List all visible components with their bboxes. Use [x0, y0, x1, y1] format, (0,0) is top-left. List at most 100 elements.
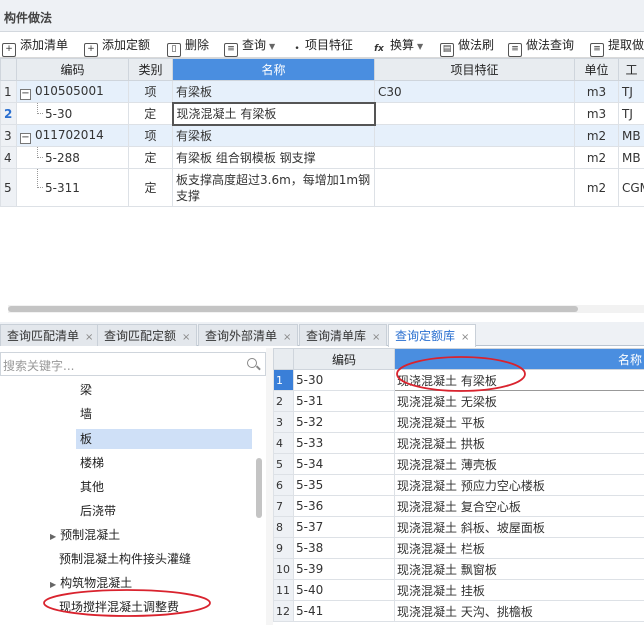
search-icon[interactable] — [247, 358, 257, 368]
quota-code[interactable]: 5-38 — [293, 537, 395, 559]
tab-match-list[interactable]: 查询匹配清单 × — [0, 324, 101, 346]
name-cell-editing[interactable]: 现浇混凝土 有梁板 — [171, 101, 376, 126]
tree-item[interactable]: 后浇带 — [80, 501, 116, 521]
table-row[interactable]: 5 5-311 定 板支撑高度超过3.6m，每增加1m钢支撑 m2 CGM — [0, 168, 644, 207]
close-icon[interactable]: × — [461, 332, 469, 343]
tab-external-list[interactable]: 查询外部清单 × — [198, 324, 299, 346]
close-icon[interactable]: × — [283, 332, 291, 343]
quota-name[interactable]: 现浇混凝土 飘窗板 — [394, 558, 644, 580]
splitter[interactable] — [266, 348, 273, 625]
header-code[interactable]: 编码 — [16, 58, 129, 81]
quota-name[interactable]: 现浇混凝土 挂板 — [394, 579, 644, 601]
row-number: 4 — [273, 432, 294, 454]
brush-icon: ▤ — [440, 43, 454, 57]
add-list-button[interactable]: + 添加清单 — [2, 36, 68, 57]
quota-name[interactable]: 现浇混凝土 平板 — [394, 411, 644, 433]
tree-item[interactable]: ▶ 构筑物混凝土 — [50, 573, 132, 593]
quota-code[interactable]: 5-40 — [293, 579, 395, 601]
quota-name[interactable]: 现浇混凝土 预应力空心楼板 — [394, 474, 644, 496]
table-row[interactable]: 2 5-30 定 现浇混凝土 有梁板 m3 TJ — [0, 101, 644, 126]
horizontal-scrollbar[interactable] — [8, 305, 644, 313]
quota-row[interactable]: 7 5-36 现浇混凝土 复合空心板 — [273, 495, 644, 517]
quota-row[interactable]: 10 5-39 现浇混凝土 飘窗板 — [273, 558, 644, 580]
tab-match-quota[interactable]: 查询匹配定额 × — [97, 324, 198, 346]
add-quota-icon: + — [84, 43, 98, 57]
quota-table: 编码 名称 1 5-30 现浇混凝土 有梁板 2 5-31 现浇混凝土 无梁板 3 5-32 现… — [273, 348, 644, 622]
tab-list-library[interactable]: 查询清单库 × — [299, 324, 388, 346]
quota-code[interactable]: 5-35 — [293, 474, 395, 496]
method-query-icon: ≡ — [508, 43, 522, 57]
quota-name[interactable]: 现浇混凝土 有梁板 — [394, 369, 644, 391]
quota-row[interactable]: 5 5-34 现浇混凝土 薄壳板 — [273, 453, 644, 475]
table-row[interactable]: 1 −010505001 项 有梁板 C30 m3 TJ — [0, 80, 644, 103]
quota-name[interactable]: 现浇混凝土 薄壳板 — [394, 453, 644, 475]
quota-code[interactable]: 5-36 — [293, 495, 395, 517]
method-query-button[interactable]: ≡ 做法查询 — [508, 36, 574, 57]
table-header: 编码 类别 名称 项目特征 单位 工 — [0, 58, 644, 81]
method-brush-button[interactable]: ▤ 做法刷 — [440, 36, 494, 57]
row-number: 3 — [273, 411, 294, 433]
quota-code[interactable]: 5-34 — [293, 453, 395, 475]
close-icon[interactable]: × — [372, 332, 380, 343]
quota-name[interactable]: 现浇混凝土 栏板 — [394, 537, 644, 559]
quota-code[interactable]: 5-41 — [293, 600, 395, 622]
tree-item[interactable]: 楼梯 — [80, 453, 104, 473]
quota-row[interactable]: 4 5-33 现浇混凝土 拱板 — [273, 432, 644, 454]
close-icon[interactable]: × — [85, 332, 93, 343]
close-icon[interactable]: × — [182, 332, 190, 343]
delete-button[interactable]: ▯ 删除 — [167, 36, 209, 57]
tree-item[interactable]: 墙 — [80, 404, 92, 424]
header-feature[interactable]: 项目特征 — [374, 58, 575, 81]
quota-name[interactable]: 现浇混凝土 无梁板 — [394, 390, 644, 412]
search-input[interactable]: 搜索关键字... — [0, 352, 266, 376]
quota-row[interactable]: 6 5-35 现浇混凝土 预应力空心楼板 — [273, 474, 644, 496]
quota-name[interactable]: 现浇混凝土 天沟、挑檐板 — [394, 600, 644, 622]
quota-name[interactable]: 现浇混凝土 斜板、坡屋面板 — [394, 516, 644, 538]
quota-code[interactable]: 5-37 — [293, 516, 395, 538]
tab-quota-library[interactable]: 查询定额库 × — [388, 324, 477, 347]
quota-code[interactable]: 5-32 — [293, 411, 395, 433]
table-row[interactable]: 3 −011702014 项 有梁板 m2 MB — [0, 124, 644, 147]
chevron-down-icon: ▼ — [417, 42, 424, 51]
quota-row[interactable]: 9 5-38 现浇混凝土 栏板 — [273, 537, 644, 559]
quota-row[interactable]: 3 5-32 现浇混凝土 平板 — [273, 411, 644, 433]
quota-row[interactable]: 12 5-41 现浇混凝土 天沟、挑檐板 — [273, 600, 644, 622]
tree-item-selected[interactable]: 板 — [76, 429, 252, 449]
expand-arrow-icon[interactable]: ▶ — [50, 575, 56, 595]
quota-row[interactable]: 8 5-37 现浇混凝土 斜板、坡屋面板 — [273, 516, 644, 538]
collapse-toggle[interactable]: − — [20, 88, 31, 100]
quota-code[interactable]: 5-39 — [293, 558, 395, 580]
quota-row[interactable]: 11 5-40 现浇混凝土 挂板 — [273, 579, 644, 601]
row-number: 1 — [273, 369, 294, 391]
quota-row[interactable]: 2 5-31 现浇混凝土 无梁板 — [273, 390, 644, 412]
tree-scrollbar[interactable] — [256, 458, 262, 518]
expand-arrow-icon[interactable]: ▶ — [50, 527, 56, 547]
quota-name[interactable]: 现浇混凝土 复合空心板 — [394, 495, 644, 517]
collapse-toggle[interactable]: − — [20, 132, 31, 144]
tree-item[interactable]: 其他 — [80, 477, 104, 497]
header-extra[interactable]: 工 — [618, 58, 644, 81]
quota-code[interactable]: 5-30 — [293, 369, 395, 391]
add-quota-button[interactable]: + 添加定额 — [84, 36, 150, 57]
scroll-thumb[interactable] — [8, 306, 578, 312]
header-name[interactable]: 名称 — [394, 348, 644, 370]
tree-item[interactable]: 现场搅拌混凝土调整费 — [59, 597, 179, 617]
quota-code[interactable]: 5-31 — [293, 390, 395, 412]
quota-name[interactable]: 现浇混凝土 拱板 — [394, 432, 644, 454]
query-button[interactable]: ≡ 查询 ▼ — [224, 36, 275, 57]
extract-icon: ≡ — [590, 43, 604, 57]
row-number: 5 — [273, 453, 294, 475]
tree-item[interactable]: ▶ 预制混凝土 — [50, 525, 120, 545]
quota-row[interactable]: 1 5-30 现浇混凝土 有梁板 — [273, 369, 644, 391]
table-row[interactable]: 4 5-288 定 有梁板 组合钢模板 钢支撑 m2 MB — [0, 146, 644, 169]
header-type[interactable]: 类别 — [128, 58, 173, 81]
quota-code[interactable]: 5-33 — [293, 432, 395, 454]
header-code[interactable]: 编码 — [293, 348, 395, 370]
feature-button[interactable]: • 项目特征 — [293, 36, 353, 54]
conversion-button[interactable]: fx 换算 ▼ — [372, 36, 423, 54]
header-unit[interactable]: 单位 — [574, 58, 619, 81]
header-name[interactable]: 名称 — [172, 58, 375, 81]
extract-method-button[interactable]: ≡ 提取做 — [590, 36, 644, 57]
tree-item[interactable]: 预制混凝土构件接头灌缝 — [59, 549, 191, 569]
tree-item[interactable]: 梁 — [80, 380, 92, 400]
